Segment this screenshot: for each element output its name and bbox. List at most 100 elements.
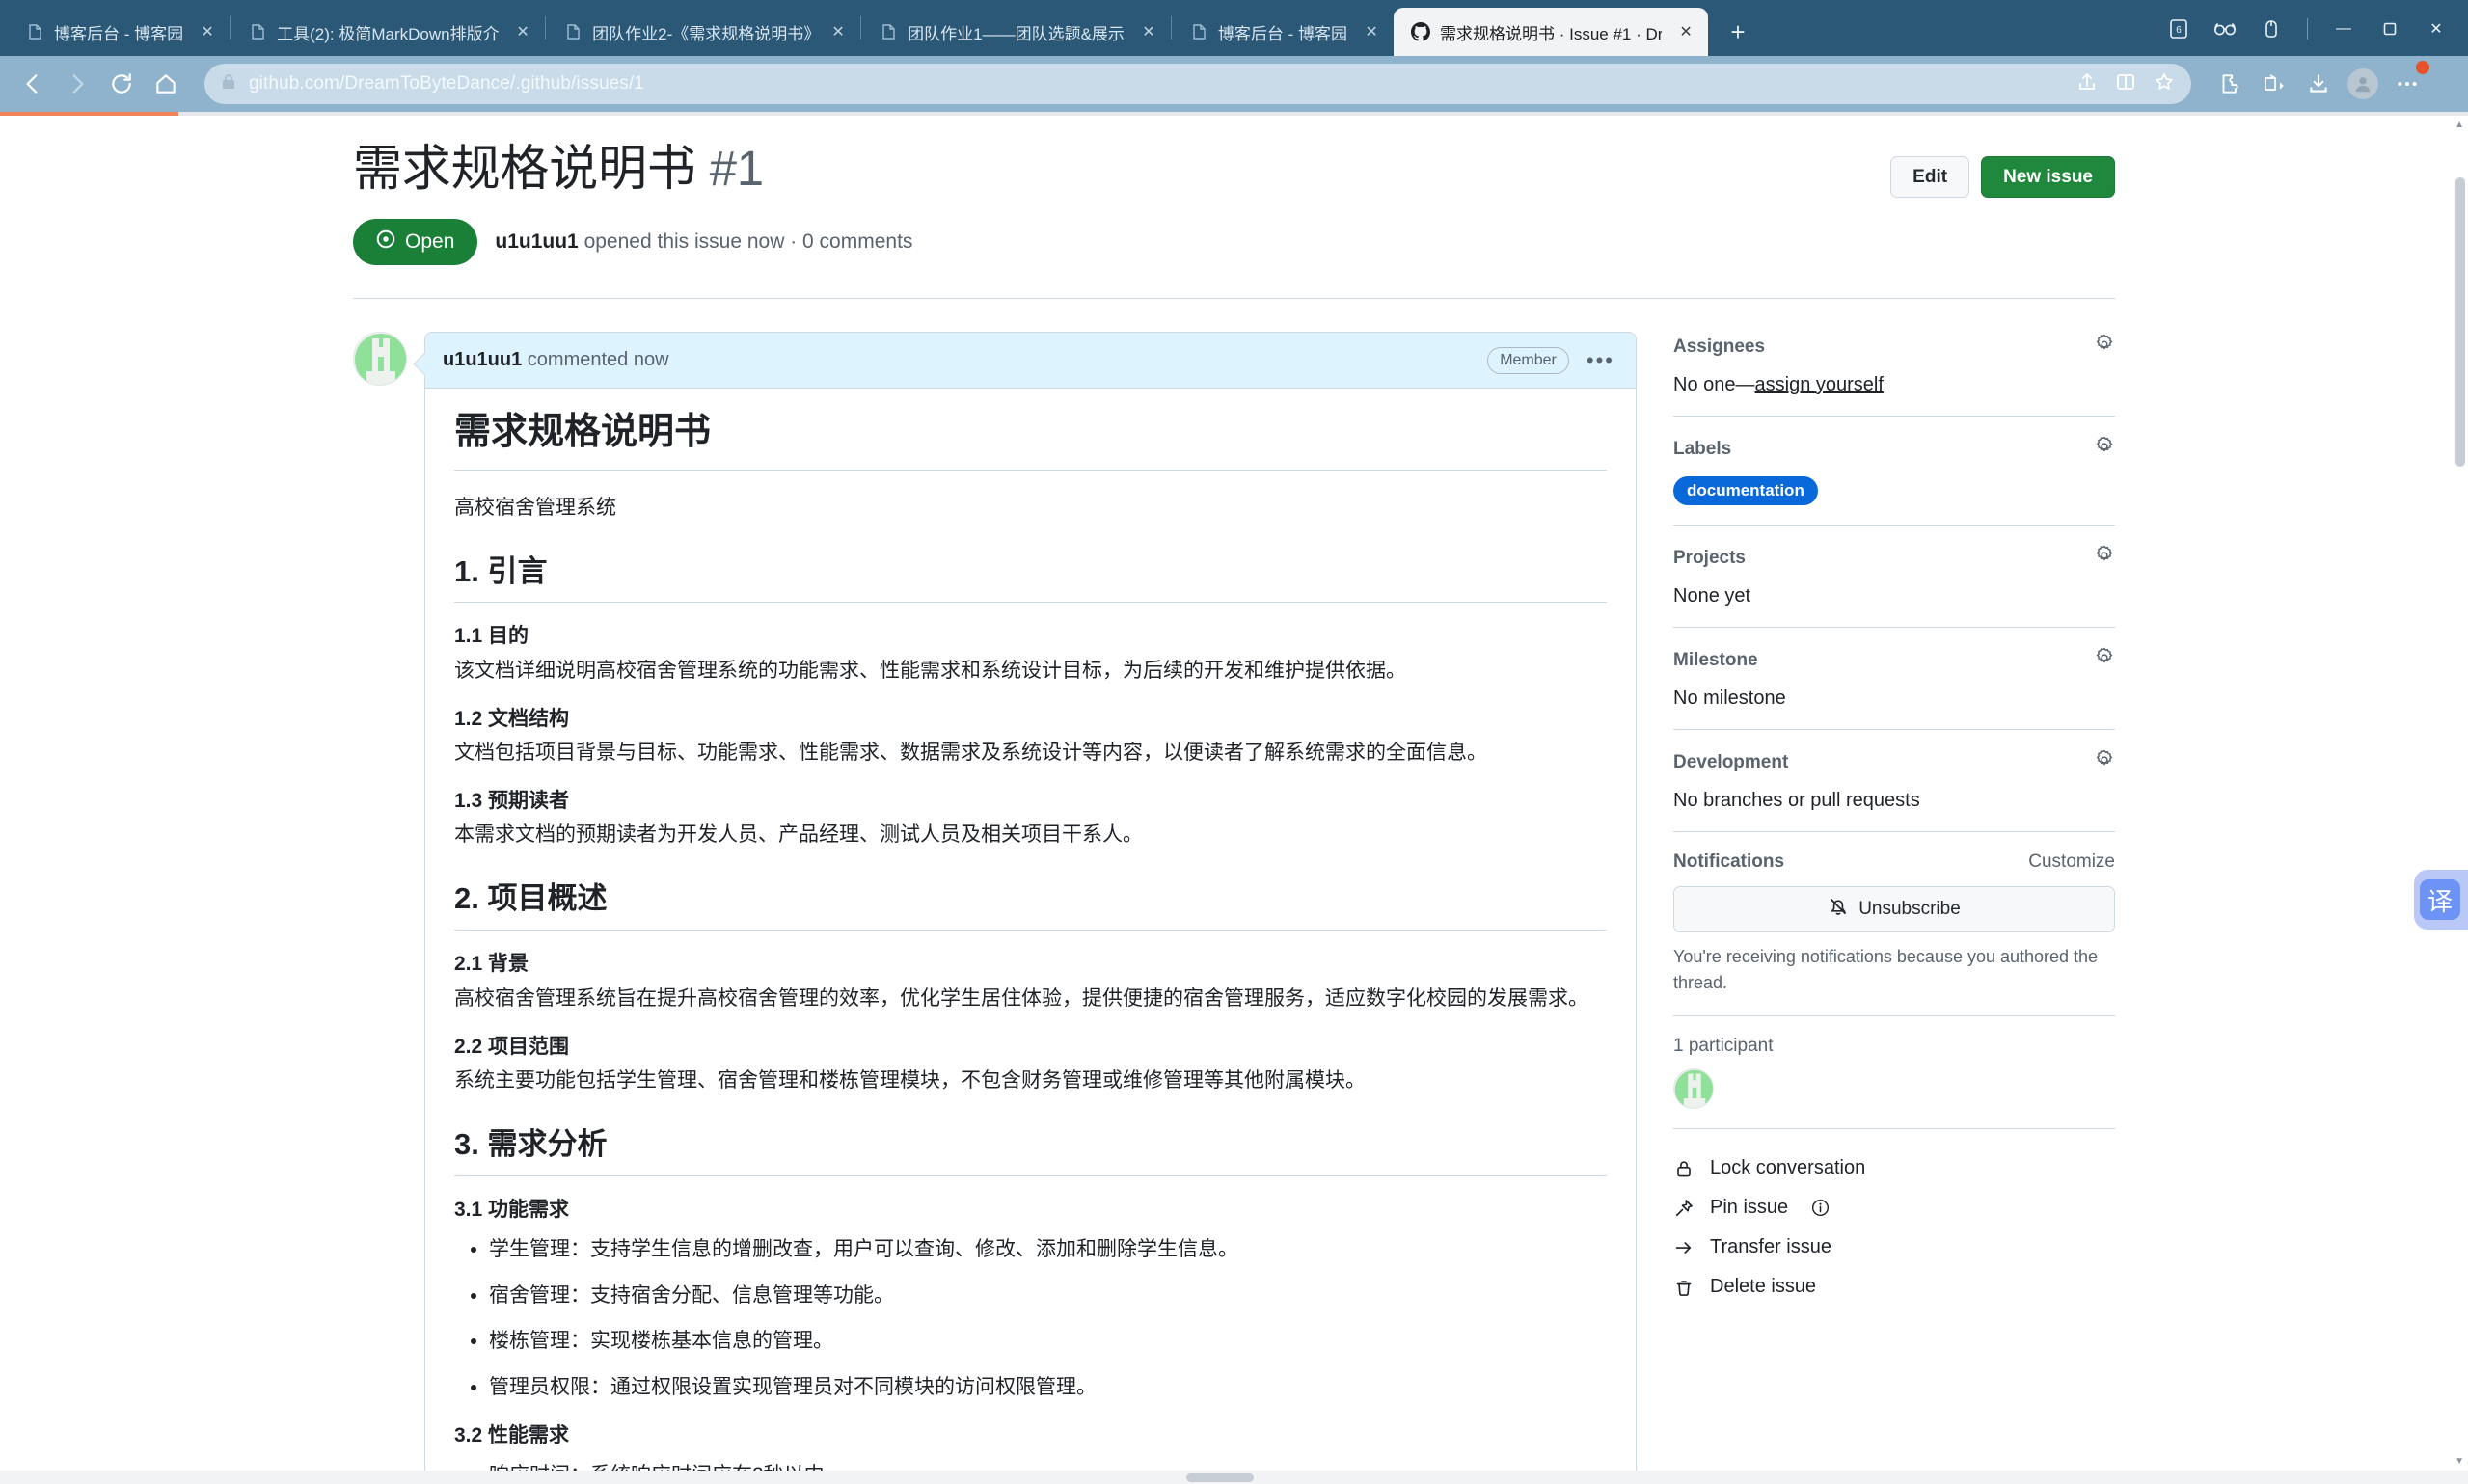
minimize-button[interactable]: — [2321,8,2366,50]
gear-icon[interactable] [2094,749,2115,776]
comment-header: u1u1uu1 commented now Member ••• [425,333,1636,389]
lock-conversation-action[interactable]: Lock conversation [1673,1148,2115,1188]
sidebar-notifications-title: Notifications [1673,851,1785,872]
page-icon [879,22,898,41]
tab-close-icon[interactable]: ✕ [1136,19,1161,44]
browser-tab-2[interactable]: 工具(2): 极简MarkDown排版介 ✕ [231,8,545,56]
browser-tab-1[interactable]: 博客后台 - 博客园 ✕ [8,8,230,56]
assign-yourself-link[interactable]: assign yourself [1755,374,1884,395]
edit-button[interactable]: Edit [1890,156,1970,198]
scrollbar-thumb[interactable] [2455,177,2465,467]
md-p-1-1: 该文档详细说明高校宿舍管理系统的功能需求、性能需求和系统设计目标，为后续的开发和… [454,659,1406,682]
lock-conversation-label: Lock conversation [1710,1157,1866,1178]
gear-icon[interactable] [2094,334,2115,361]
copilot-icon[interactable] [2249,8,2293,50]
browser-tab-5[interactable]: 博客后台 - 博客园 ✕ [1172,8,1394,56]
new-issue-button[interactable]: New issue [1981,156,2115,198]
list-item: 学生管理：支持学生信息的增删改查，用户可以查询、修改、添加和删除学生信息。 [489,1233,1607,1266]
md-h3-2-1: 2.1 背景 [454,953,529,976]
trash-icon [1673,1278,1695,1297]
forward-icon[interactable] [58,65,96,103]
issue-header: 需求规格说明书 #1 Edit New issue [349,141,2119,198]
page-scrollbar[interactable]: ▲ ▼ [2453,116,2468,1484]
md-h2-section2: 2. 项目概述 [454,880,1607,931]
horizontal-scrollbar-thumb[interactable] [1186,1473,1254,1482]
settings-more-icon[interactable] [2388,61,2429,103]
sidebar-milestone-header: Milestone [1673,647,2115,674]
gear-icon[interactable] [2094,545,2115,572]
comment-author-line: u1u1uu1 commented now [443,349,669,371]
page-content: 需求规格说明书 #1 Edit New issue Open u1u1uu1 o… [0,116,2468,1484]
tab-close-icon[interactable]: ✕ [1359,19,1384,44]
split-tab-icon[interactable] [2114,70,2137,98]
maximize-button[interactable] [2368,8,2412,50]
browser-tab-6-active[interactable]: 需求规格说明书 · Issue #1 · Dre ✕ [1394,8,1709,56]
issue-meta-tail: opened this issue now · 0 comments [578,230,913,253]
md-p-1-2: 文档包括项目背景与目标、功能需求、性能需求、数据需求及系统设计等内容，以便读者了… [454,742,1487,765]
tab-strip: 博客后台 - 博客园 ✕ 工具(2): 极简MarkDown排版介 ✕ 团队作业… [0,0,2468,56]
unsubscribe-button[interactable]: Unsubscribe [1673,886,2115,932]
profile-icon[interactable] [2344,65,2382,103]
md-p-2-1: 高校宿舍管理系统旨在提升高校宿舍管理的效率，优化学生居住体验，提供便捷的宿舍管理… [454,986,1588,1010]
avatar[interactable] [1673,1068,1714,1109]
browser-tab-3[interactable]: 团队作业2-《需求规格说明书》 ✕ [546,8,860,56]
arrow-right-icon [1673,1238,1695,1257]
page-icon [25,22,44,41]
transfer-issue-label: Transfer issue [1710,1236,1831,1257]
address-bar[interactable]: github.com/DreamToByteDance/.github/issu… [204,64,2191,104]
page-title: 需求规格说明书 #1 [353,141,764,198]
github-icon [1411,22,1431,41]
home-icon[interactable] [147,65,185,103]
comment-markdown-body: 需求规格说明书 高校宿舍管理系统 1. 引言 1.1 目的 该文档详细说明高校宿… [425,389,1636,1484]
tab-close-icon[interactable]: ✕ [510,19,535,44]
md-list-functional: 学生管理：支持学生信息的增删改查，用户可以查询、修改、添加和删除学生信息。 宿舍… [454,1233,1607,1403]
avatar[interactable] [353,332,407,386]
issue-meta: Open u1u1uu1 opened this issue now · 0 c… [349,219,2119,265]
pin-icon [1673,1199,1695,1218]
collections-icon[interactable] [2255,65,2293,103]
gear-icon[interactable] [2094,436,2115,463]
tab-close-icon[interactable]: ✕ [1673,19,1698,44]
comment-header-actions: Member ••• [1487,346,1618,374]
extensions-icon[interactable] [2210,65,2249,103]
issue-body-columns: u1u1uu1 commented now Member ••• 需求规格说明书… [349,299,2119,1484]
scroll-down-arrow[interactable]: ▼ [2454,1456,2464,1467]
browser-tab-4[interactable]: 团队作业1——团队选题&展示 ✕ [861,8,1171,56]
horizontal-scrollbar[interactable] [0,1471,2468,1484]
issue-header-actions: Edit New issue [1890,141,2115,198]
comment-author[interactable]: u1u1uu1 [443,349,522,370]
pin-issue-action[interactable]: Pin issue [1673,1188,2115,1228]
share-icon[interactable] [2075,70,2099,98]
issue-author[interactable]: u1u1uu1 [495,230,578,253]
glasses-browser-essentials-icon[interactable] [2203,8,2247,50]
label-chip-documentation[interactable]: documentation [1673,476,1818,505]
new-tab-button[interactable]: + [1718,12,1758,52]
comment-kebab-icon[interactable]: ••• [1583,348,1618,373]
scroll-up-arrow[interactable]: ▲ [2454,120,2464,130]
list-item: 楼栋管理：实现楼栋基本信息的管理。 [489,1325,1607,1358]
sidebar-section-actions: Lock conversation Pin issue Transfer iss… [1673,1148,2115,1326]
comment-card: u1u1uu1 commented now Member ••• 需求规格说明书… [424,332,1637,1484]
issue-title-text: 需求规格说明书 [353,141,696,196]
tab-close-icon[interactable]: ✕ [826,19,851,44]
back-icon[interactable] [14,65,52,103]
info-icon[interactable] [1811,1199,1830,1217]
split-screen-icon[interactable]: 6 [2156,8,2201,50]
issue-meta-text: u1u1uu1 opened this issue now · 0 commen… [495,230,912,254]
transfer-issue-action[interactable]: Transfer issue [1673,1228,2115,1267]
downloads-icon[interactable] [2299,65,2338,103]
close-button[interactable]: ✕ [2414,8,2458,50]
reload-icon[interactable] [102,65,141,103]
md-p-2-2: 系统主要功能包括学生管理、宿舍管理和楼栋管理模块，不包含财务管理或维修管理等其他… [454,1069,1366,1093]
md-h3-3-2: 3.2 性能需求 [454,1423,570,1446]
tab-close-icon[interactable]: ✕ [195,19,220,44]
unsubscribe-label: Unsubscribe [1858,899,1961,919]
bell-slash-icon [1828,896,1849,923]
favorite-star-icon[interactable] [2153,70,2176,98]
delete-issue-action[interactable]: Delete issue [1673,1267,2115,1307]
sidebar-milestone-title: Milestone [1673,650,1758,670]
sidebar-notifications-header: Notifications Customize [1673,851,2115,873]
tab-title: 团队作业2-《需求规格说明书》 [592,24,815,43]
gear-icon[interactable] [2094,647,2115,674]
customize-notifications-link[interactable]: Customize [2028,851,2115,873]
